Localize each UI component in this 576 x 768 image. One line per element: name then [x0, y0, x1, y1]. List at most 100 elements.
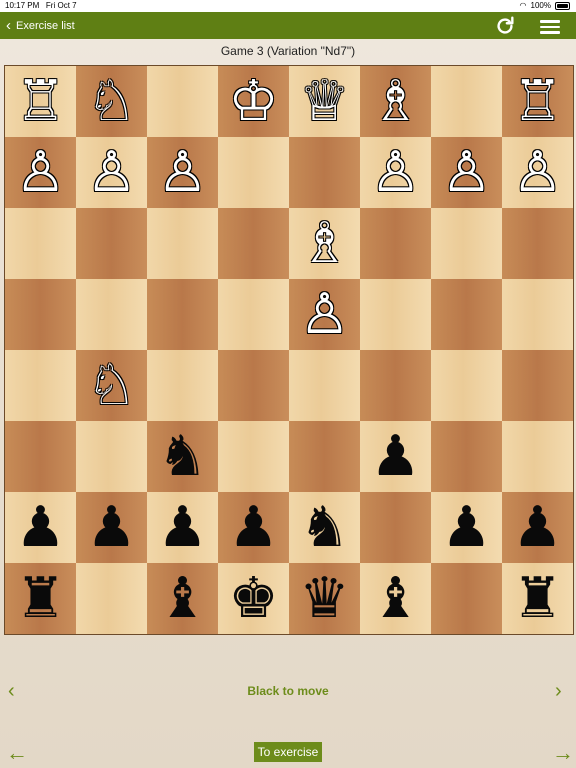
board-square[interactable]: ♙: [431, 137, 502, 208]
black-rook-icon[interactable]: ♜: [15, 570, 65, 627]
board-square[interactable]: [289, 421, 360, 492]
board-square[interactable]: ♘: [76, 66, 147, 137]
board-square[interactable]: [289, 137, 360, 208]
board-square[interactable]: ♖: [502, 66, 573, 137]
black-pawn-icon[interactable]: ♟: [86, 499, 136, 556]
board-square[interactable]: ♜: [502, 563, 573, 634]
white-bishop-icon[interactable]: ♗: [370, 73, 420, 130]
board-square[interactable]: ♖: [5, 66, 76, 137]
board-square[interactable]: [431, 279, 502, 350]
board-square[interactable]: ♘: [76, 350, 147, 421]
board-square[interactable]: [502, 421, 573, 492]
board-square[interactable]: [147, 66, 218, 137]
white-pawn-icon[interactable]: ♙: [86, 144, 136, 201]
board-square[interactable]: [147, 279, 218, 350]
board-square[interactable]: [5, 421, 76, 492]
black-pawn-icon[interactable]: ♟: [512, 499, 562, 556]
board-square[interactable]: ♞: [289, 492, 360, 563]
black-king-icon[interactable]: ♚: [228, 570, 278, 627]
black-bishop-icon[interactable]: ♝: [370, 570, 420, 627]
board-square[interactable]: ♞: [147, 421, 218, 492]
chess-board[interactable]: ♖ ♘ ♔ ♕ ♗ ♖ ♙ ♙ ♙ ♙ ♙ ♙ ♗ ♙ ♘ ♞ ♟ ♟ ♟ ♟ ♟ ♞ ♟ ♟ ♜ ♝ ♚ ♛ ♝ ♜: [4, 65, 574, 635]
black-rook-icon[interactable]: ♜: [512, 570, 562, 627]
board-square[interactable]: ♙: [76, 137, 147, 208]
black-pawn-icon[interactable]: ♟: [15, 499, 65, 556]
board-square[interactable]: [76, 208, 147, 279]
next-move-icon[interactable]: ›: [555, 680, 562, 703]
board-square[interactable]: [360, 492, 431, 563]
white-pawn-icon[interactable]: ♙: [441, 144, 491, 201]
board-square[interactable]: ♝: [360, 563, 431, 634]
board-square[interactable]: ♟: [502, 492, 573, 563]
to-exercise-button[interactable]: To exercise: [254, 742, 322, 762]
board-square[interactable]: ♟: [360, 421, 431, 492]
board-square[interactable]: ♟: [431, 492, 502, 563]
board-square[interactable]: [76, 279, 147, 350]
back-button[interactable]: ‹ Exercise list: [6, 12, 75, 39]
board-square[interactable]: [5, 350, 76, 421]
refresh-icon[interactable]: [494, 15, 516, 37]
board-square[interactable]: ♚: [218, 563, 289, 634]
board-square[interactable]: ♗: [360, 66, 431, 137]
board-square[interactable]: [360, 350, 431, 421]
black-pawn-icon[interactable]: ♟: [157, 499, 207, 556]
board-square[interactable]: ♙: [502, 137, 573, 208]
board-square[interactable]: [5, 279, 76, 350]
white-pawn-icon[interactable]: ♙: [370, 144, 420, 201]
white-rook-icon[interactable]: ♖: [512, 73, 562, 130]
board-square[interactable]: [218, 350, 289, 421]
board-square[interactable]: [431, 421, 502, 492]
white-pawn-icon[interactable]: ♙: [299, 286, 349, 343]
board-square[interactable]: ♕: [289, 66, 360, 137]
board-square[interactable]: ♟: [76, 492, 147, 563]
board-square[interactable]: ♜: [5, 563, 76, 634]
board-square[interactable]: [289, 350, 360, 421]
board-square[interactable]: ♛: [289, 563, 360, 634]
board-square[interactable]: [431, 208, 502, 279]
board-square[interactable]: [431, 350, 502, 421]
board-square[interactable]: [431, 563, 502, 634]
board-square[interactable]: [76, 563, 147, 634]
board-square[interactable]: [218, 421, 289, 492]
board-square[interactable]: [360, 279, 431, 350]
board-square[interactable]: ♟: [218, 492, 289, 563]
board-square[interactable]: [76, 421, 147, 492]
board-square[interactable]: ♙: [360, 137, 431, 208]
board-square[interactable]: [502, 350, 573, 421]
board-square[interactable]: [431, 66, 502, 137]
forward-arrow-icon[interactable]: →: [552, 740, 574, 766]
board-square[interactable]: [147, 350, 218, 421]
black-knight-icon[interactable]: ♞: [157, 428, 207, 485]
black-pawn-icon[interactable]: ♟: [370, 428, 420, 485]
white-king-icon[interactable]: ♔: [228, 73, 278, 130]
white-rook-icon[interactable]: ♖: [15, 73, 65, 130]
black-bishop-icon[interactable]: ♝: [157, 570, 207, 627]
board-square[interactable]: [5, 208, 76, 279]
board-square[interactable]: [218, 137, 289, 208]
black-pawn-icon[interactable]: ♟: [441, 499, 491, 556]
white-pawn-icon[interactable]: ♙: [157, 144, 207, 201]
white-queen-icon[interactable]: ♕: [299, 73, 349, 130]
board-square[interactable]: [147, 208, 218, 279]
board-square[interactable]: [218, 208, 289, 279]
board-square[interactable]: ♙: [5, 137, 76, 208]
board-square[interactable]: [502, 279, 573, 350]
board-square[interactable]: [360, 208, 431, 279]
black-queen-icon[interactable]: ♛: [299, 570, 349, 627]
board-square[interactable]: ♟: [147, 492, 218, 563]
board-square[interactable]: ♙: [147, 137, 218, 208]
board-square[interactable]: [502, 208, 573, 279]
white-knight-icon[interactable]: ♘: [86, 73, 136, 130]
board-square[interactable]: [218, 279, 289, 350]
hamburger-menu-icon[interactable]: [540, 17, 560, 35]
back-arrow-icon[interactable]: ←: [6, 740, 28, 766]
board-square[interactable]: ♗: [289, 208, 360, 279]
white-pawn-icon[interactable]: ♙: [512, 144, 562, 201]
board-square[interactable]: ♔: [218, 66, 289, 137]
white-pawn-icon[interactable]: ♙: [15, 144, 65, 201]
black-pawn-icon[interactable]: ♟: [228, 499, 278, 556]
board-square[interactable]: ♝: [147, 563, 218, 634]
board-square[interactable]: ♙: [289, 279, 360, 350]
white-bishop-icon[interactable]: ♗: [299, 215, 349, 272]
black-knight-icon[interactable]: ♞: [299, 499, 349, 556]
